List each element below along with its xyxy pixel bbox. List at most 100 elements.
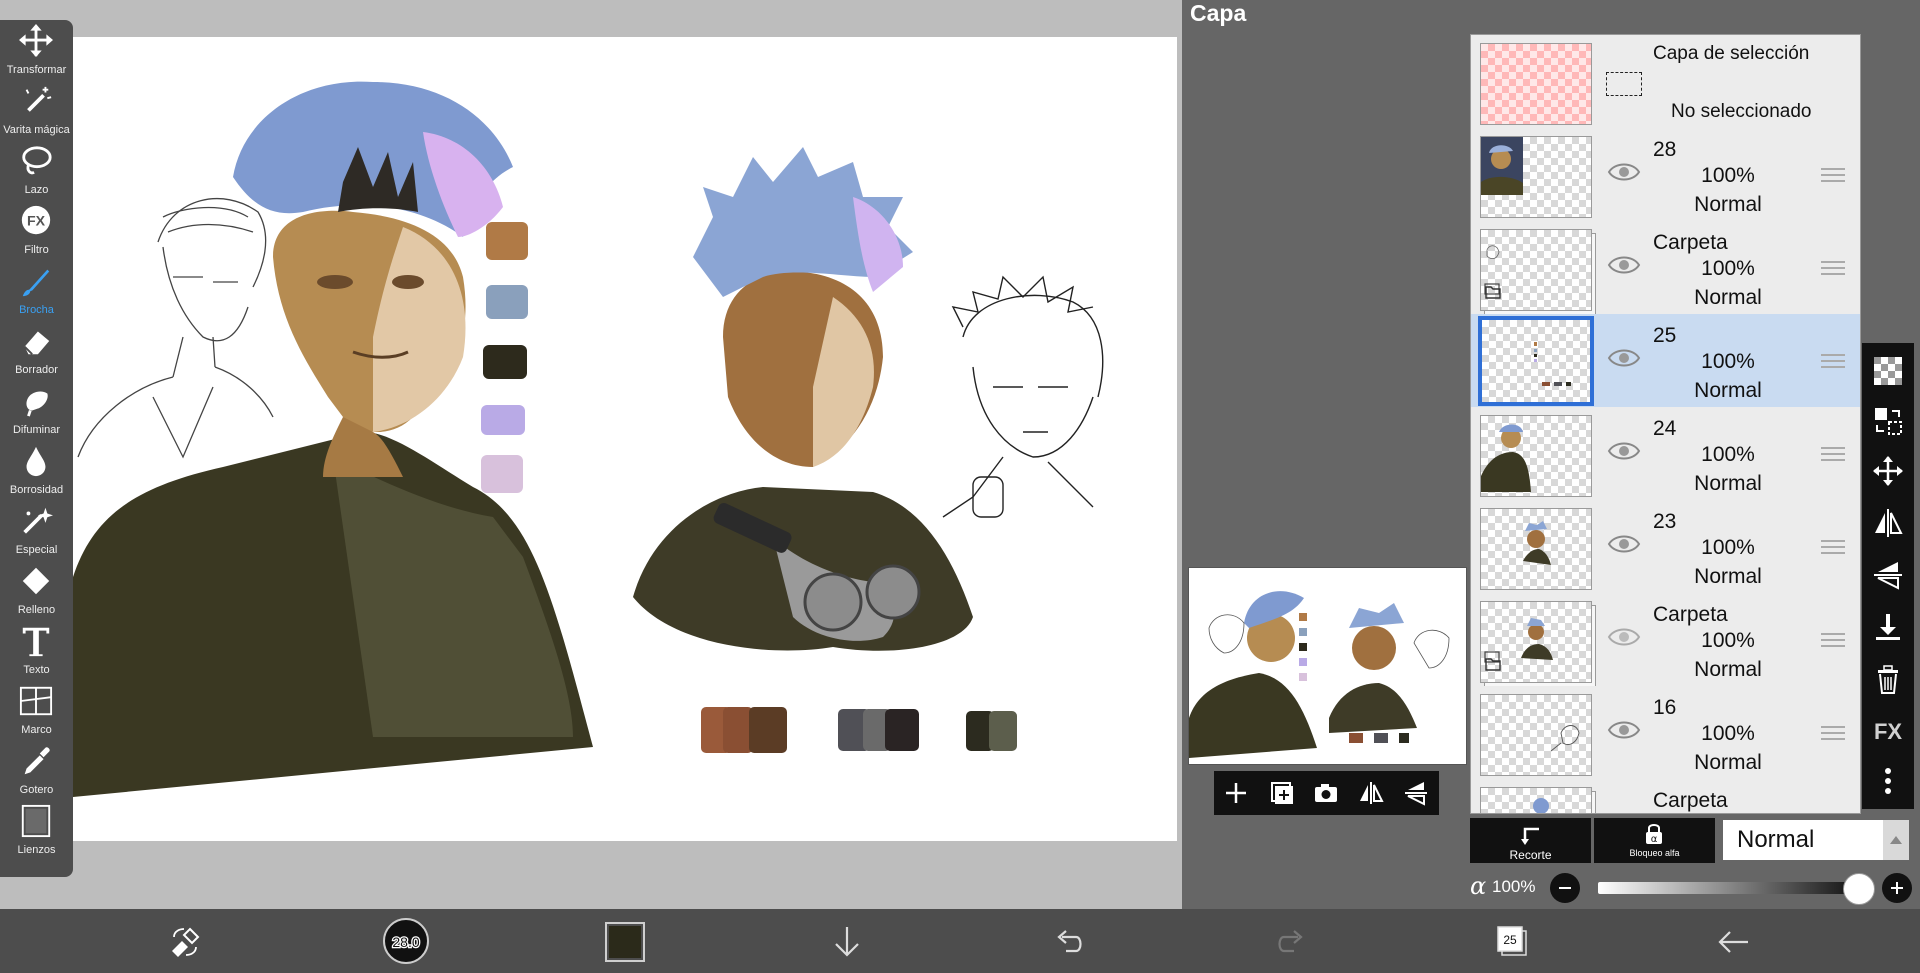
merge-down-icon[interactable] bbox=[1870, 609, 1906, 645]
layer-opacity: 100% bbox=[1701, 350, 1755, 373]
opacity-decrease-button[interactable] bbox=[1550, 873, 1580, 903]
blend-mode-select[interactable]: Normal bbox=[1723, 820, 1883, 860]
move-icon[interactable] bbox=[1870, 453, 1906, 489]
layer-row[interactable]: 23 100% Normal bbox=[1471, 500, 1860, 594]
eraser-icon bbox=[23, 331, 50, 355]
sketch-portrait-right bbox=[942, 275, 1104, 518]
tool-fx-filter[interactable]: FX Filtro bbox=[0, 200, 73, 260]
tool-magic-wand[interactable]: Varita mágica bbox=[0, 80, 73, 140]
visibility-eye-icon[interactable] bbox=[1607, 346, 1641, 370]
tool-label: Brocha bbox=[19, 304, 54, 316]
tool-eraser[interactable]: Borrador bbox=[0, 320, 73, 380]
brush-size-indicator[interactable]: 28.0 bbox=[382, 917, 430, 965]
swap-brush-eraser-icon[interactable] bbox=[162, 919, 208, 965]
add-layer-icon[interactable] bbox=[1214, 771, 1258, 815]
layer-list[interactable]: Capa de selección No seleccionado 28 100%… bbox=[1470, 34, 1861, 814]
selection-layer-row[interactable]: Capa de selección No seleccionado bbox=[1471, 35, 1860, 129]
canvas-area[interactable] bbox=[0, 0, 1180, 909]
visibility-eye-icon[interactable] bbox=[1607, 253, 1641, 277]
layer-opacity: 100% bbox=[1701, 536, 1755, 559]
tool-smudge[interactable]: Difuminar bbox=[0, 380, 73, 440]
opacity-slider[interactable] bbox=[1598, 873, 1875, 905]
layer-blend-mode: Normal bbox=[1694, 565, 1762, 588]
sketch-portrait-left bbox=[77, 198, 274, 459]
drag-handle-icon[interactable] bbox=[1821, 445, 1845, 463]
visibility-eye-icon[interactable] bbox=[1607, 160, 1641, 184]
tool-lasso[interactable]: Lazo bbox=[0, 140, 73, 200]
tool-label: Borrador bbox=[15, 364, 58, 376]
visibility-eye-icon[interactable] bbox=[1607, 625, 1641, 649]
layer-row[interactable]: 24 100% Normal bbox=[1471, 407, 1860, 501]
alpha-lock-button[interactable]: α Bloqueo alfa bbox=[1594, 818, 1715, 863]
layer-row[interactable]: 28 100% Normal bbox=[1471, 128, 1860, 222]
folder-icon bbox=[1485, 286, 1501, 299]
artwork bbox=[73, 81, 1104, 797]
tool-blur-drop[interactable]: Borrosidad bbox=[0, 440, 73, 500]
transparency-checker-icon[interactable] bbox=[1870, 353, 1906, 389]
current-color-swatch[interactable] bbox=[605, 922, 645, 962]
opacity-increase-button[interactable] bbox=[1882, 873, 1912, 903]
layer-name: 25 bbox=[1653, 324, 1677, 347]
visibility-eye-icon[interactable] bbox=[1607, 439, 1641, 463]
layer-name: Carpeta bbox=[1653, 789, 1728, 812]
flip-layer-vertical-icon[interactable] bbox=[1870, 557, 1906, 593]
camera-icon[interactable] bbox=[1304, 771, 1348, 815]
trash-icon[interactable] bbox=[1870, 661, 1906, 697]
flip-layer-horizontal-icon[interactable] bbox=[1870, 505, 1906, 541]
canvas-preview[interactable] bbox=[1188, 567, 1467, 765]
layer-thumbnail bbox=[1480, 415, 1592, 497]
svg-text:α: α bbox=[1651, 834, 1658, 845]
layer-opacity: 100% bbox=[1701, 257, 1755, 280]
clipping-button[interactable]: Recorte bbox=[1470, 818, 1591, 863]
layer-thumbnail bbox=[1480, 787, 1592, 813]
drag-handle-icon[interactable] bbox=[1821, 538, 1845, 556]
blend-mode-dropdown-arrow[interactable] bbox=[1883, 820, 1909, 860]
clipping-arrow-icon bbox=[1521, 827, 1539, 845]
visibility-eye-icon[interactable] bbox=[1607, 532, 1641, 556]
download-arrow-icon[interactable] bbox=[824, 919, 870, 965]
brush-size-value: 28.0 bbox=[392, 934, 419, 950]
layer-name: 24 bbox=[1653, 417, 1677, 440]
layer-panel: Capa Capa de selección No seleccionado 2… bbox=[1182, 0, 1920, 909]
layer-row[interactable]: 25 100% Normal bbox=[1471, 314, 1860, 408]
tool-fill-bucket[interactable]: Relleno bbox=[0, 560, 73, 620]
tool-eyedropper[interactable]: Gotero bbox=[0, 740, 73, 800]
tool-brush[interactable]: Brocha bbox=[0, 260, 73, 320]
tool-transform[interactable]: Transformar bbox=[0, 20, 73, 80]
back-arrow-icon[interactable] bbox=[1710, 919, 1756, 965]
layer-thumbnail bbox=[1480, 136, 1592, 218]
drag-handle-icon[interactable] bbox=[1821, 724, 1845, 742]
tool-frame-divider[interactable]: Marco bbox=[0, 680, 73, 740]
layer-row[interactable]: Carpeta 100% Normal bbox=[1471, 221, 1860, 315]
add-layer-copy-icon[interactable] bbox=[1259, 771, 1303, 815]
layer-name: 28 bbox=[1653, 138, 1677, 161]
layer-row[interactable]: 16 100% Normal bbox=[1471, 686, 1860, 780]
tool-label: Borrosidad bbox=[9, 484, 64, 496]
drawing-canvas[interactable] bbox=[73, 37, 1177, 841]
layer-swap-icon[interactable] bbox=[1870, 403, 1906, 439]
more-options-icon[interactable] bbox=[1870, 763, 1906, 799]
text-icon bbox=[22, 627, 50, 657]
layer-opacity: 100% bbox=[1701, 629, 1755, 652]
layers-count-button[interactable]: 25 bbox=[1488, 919, 1534, 965]
layer-row[interactable]: Carpeta 100% Normal bbox=[1471, 593, 1860, 687]
tool-special-brush[interactable]: Especial bbox=[0, 500, 73, 560]
flip-horizontal-icon[interactable] bbox=[1349, 771, 1393, 815]
drag-handle-icon[interactable] bbox=[1821, 166, 1845, 184]
tool-text[interactable]: Texto bbox=[0, 620, 73, 680]
opacity-slider-thumb[interactable] bbox=[1843, 873, 1875, 905]
drag-handle-icon[interactable] bbox=[1821, 352, 1845, 370]
layer-name: Carpeta bbox=[1653, 603, 1728, 626]
flip-vertical-icon[interactable] bbox=[1394, 771, 1438, 815]
brush-icon bbox=[22, 269, 50, 297]
drag-handle-icon[interactable] bbox=[1821, 259, 1845, 277]
main-portrait bbox=[73, 81, 593, 797]
drag-handle-icon[interactable] bbox=[1821, 631, 1845, 649]
layer-row[interactable]: Carpeta bbox=[1471, 779, 1860, 813]
redo-icon[interactable] bbox=[1268, 919, 1314, 965]
undo-icon[interactable] bbox=[1046, 919, 1092, 965]
tool-canvas[interactable]: Lienzos bbox=[0, 800, 73, 860]
visibility-eye-icon[interactable] bbox=[1607, 718, 1641, 742]
layer-fx-icon[interactable]: FX bbox=[1870, 713, 1906, 749]
visibility-eye-icon[interactable] bbox=[1607, 811, 1641, 813]
